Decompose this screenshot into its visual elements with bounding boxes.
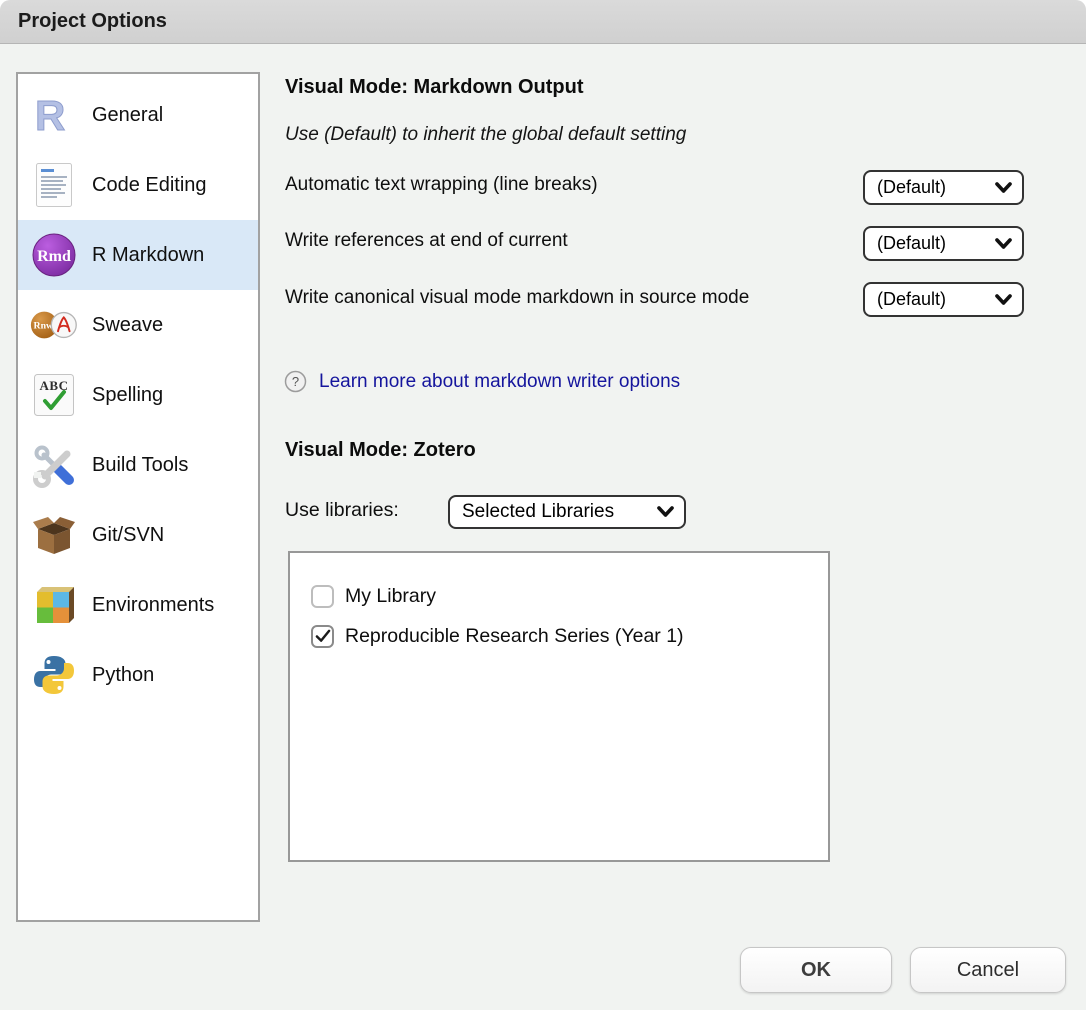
library-row-reproducible-research: Reproducible Research Series (Year 1)	[311, 616, 828, 656]
svg-text:?: ?	[292, 374, 299, 389]
sidebar-item-label: Build Tools	[92, 454, 188, 477]
category-sidebar: R General Code Editing	[16, 72, 260, 922]
markdown-output-heading: Visual Mode: Markdown Output	[285, 76, 584, 99]
chevron-down-icon	[657, 506, 674, 518]
library-row-my-library: My Library	[311, 576, 828, 616]
project-options-dialog: Project Options R General	[0, 0, 1086, 1010]
code-document-icon	[30, 161, 78, 209]
sidebar-item-code-editing[interactable]: Code Editing	[18, 150, 258, 220]
reproducible-research-checkbox[interactable]	[311, 625, 334, 648]
sidebar-item-sweave[interactable]: Rnw Sweave	[18, 290, 258, 360]
chevron-down-icon	[995, 238, 1012, 250]
svg-text:R: R	[35, 94, 65, 136]
sidebar-item-python[interactable]: Python	[18, 640, 258, 710]
markdown-output-subtitle: Use (Default) to inherit the global defa…	[285, 124, 686, 146]
environments-cube-icon	[30, 581, 78, 629]
sidebar-item-label: Environments	[92, 594, 214, 617]
select-value: (Default)	[877, 289, 946, 310]
library-label: Reproducible Research Series (Year 1)	[345, 625, 684, 648]
sidebar-item-label: Code Editing	[92, 174, 207, 197]
sidebar-item-environments[interactable]: Environments	[18, 570, 258, 640]
sidebar-item-r-markdown[interactable]: Rmd R Markdown	[18, 220, 258, 290]
sidebar-item-label: Python	[92, 664, 154, 687]
chevron-down-icon	[995, 294, 1012, 306]
help-row: ? Learn more about markdown writer optio…	[284, 370, 680, 393]
canonical-markdown-select[interactable]: (Default)	[863, 282, 1024, 317]
zotero-heading: Visual Mode: Zotero	[285, 439, 476, 462]
titlebar: Project Options	[0, 0, 1086, 44]
canonical-markdown-label: Write canonical visual mode markdown in …	[285, 283, 805, 313]
sidebar-item-label: Spelling	[92, 384, 163, 407]
use-libraries-label: Use libraries:	[285, 499, 399, 522]
use-libraries-select[interactable]: Selected Libraries	[448, 495, 686, 529]
sidebar-item-general[interactable]: R General	[18, 80, 258, 150]
select-value: (Default)	[877, 233, 946, 254]
package-box-icon	[30, 511, 78, 559]
python-icon	[30, 651, 78, 699]
library-label: My Library	[345, 585, 436, 608]
text-wrapping-label: Automatic text wrapping (line breaks)	[285, 170, 825, 200]
markdown-writer-help-link[interactable]: Learn more about markdown writer options	[319, 371, 680, 393]
sidebar-item-label: Git/SVN	[92, 524, 164, 547]
sidebar-item-spelling[interactable]: ABC Spelling	[18, 360, 258, 430]
build-tools-icon	[30, 441, 78, 489]
zotero-libraries-listbox: My Library Reproducible Research Series …	[288, 551, 830, 862]
cancel-button[interactable]: Cancel	[910, 947, 1066, 993]
help-question-icon[interactable]: ?	[284, 370, 307, 393]
select-value: Selected Libraries	[462, 501, 614, 523]
sidebar-item-label: General	[92, 104, 163, 127]
svg-text:Rmd: Rmd	[37, 248, 71, 265]
rmarkdown-icon: Rmd	[30, 231, 78, 279]
sidebar-item-build-tools[interactable]: Build Tools	[18, 430, 258, 500]
chevron-down-icon	[995, 182, 1012, 194]
window-title: Project Options	[18, 10, 167, 33]
sidebar-item-label: Sweave	[92, 314, 163, 337]
sidebar-item-label: R Markdown	[92, 244, 204, 267]
spellcheck-icon: ABC	[30, 371, 78, 419]
r-logo-icon: R	[30, 91, 78, 139]
select-value: (Default)	[877, 177, 946, 198]
ok-button[interactable]: OK	[740, 947, 892, 993]
write-references-label: Write references at end of current	[285, 226, 825, 256]
text-wrapping-select[interactable]: (Default)	[863, 170, 1024, 205]
sidebar-item-git-svn[interactable]: Git/SVN	[18, 500, 258, 570]
svg-text:Rnw: Rnw	[34, 321, 54, 332]
my-library-checkbox[interactable]	[311, 585, 334, 608]
sweave-pdf-icon: Rnw	[30, 301, 78, 349]
write-references-select[interactable]: (Default)	[863, 226, 1024, 261]
